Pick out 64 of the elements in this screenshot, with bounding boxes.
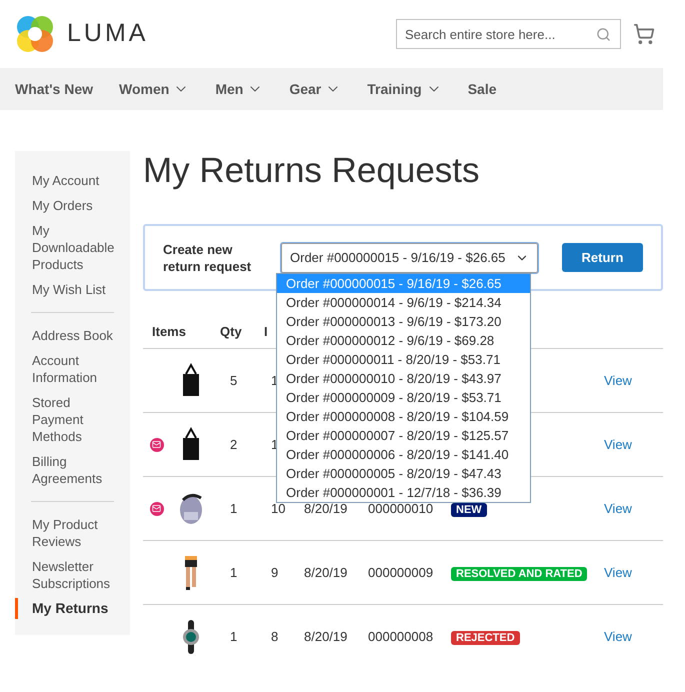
order-option[interactable]: Order #000000001 - 12/7/18 - $36.39 xyxy=(277,483,530,502)
id-cell: 9 xyxy=(271,564,278,580)
order-cell: 000000010 xyxy=(368,500,434,516)
order-option[interactable]: Order #000000006 - 8/20/19 - $141.40 xyxy=(277,445,530,464)
qty-cell: 1 xyxy=(230,629,238,644)
view-link[interactable]: View xyxy=(604,434,632,454)
logo-text: LUMA xyxy=(67,18,148,50)
view-link[interactable]: View xyxy=(604,498,632,518)
sidebar-link[interactable]: Billing Agreements xyxy=(15,451,130,489)
qty-cell: 2 xyxy=(230,436,238,452)
nav-link[interactable]: Men xyxy=(215,78,264,100)
sidebar-link[interactable]: Stored Payment Methods xyxy=(15,392,130,447)
sidebar-link[interactable]: My Product Reviews xyxy=(15,514,130,552)
order-option[interactable]: Order #000000012 - 9/6/19 - $69.28 xyxy=(277,331,530,350)
message-icon[interactable] xyxy=(150,438,164,452)
nav-link[interactable]: What's New xyxy=(15,78,94,100)
sidebar-link[interactable]: My Downloadable Products xyxy=(15,220,130,275)
order-select[interactable]: Order #000000015 - 9/16/19 - $26.65 xyxy=(281,242,538,272)
search-icon[interactable] xyxy=(596,26,611,42)
page-title: My Returns Requests xyxy=(143,150,481,192)
sidebar-link[interactable]: My Account xyxy=(15,170,130,191)
column-header: Items xyxy=(151,322,187,341)
nav-link[interactable]: Training xyxy=(367,78,442,100)
order-cell: 000000008 xyxy=(368,629,434,644)
order-cell: 000000009 xyxy=(368,564,434,580)
sidebar-link[interactable]: Account Information xyxy=(15,350,130,388)
order-option[interactable]: Order #000000005 - 8/20/19 - $47.43 xyxy=(277,464,530,483)
nav-link[interactable]: Sale xyxy=(468,78,497,100)
status-badge: RESOLVED AND RATED xyxy=(451,566,588,581)
order-option[interactable]: Order #000000010 - 8/20/19 - $43.97 xyxy=(277,369,530,388)
order-option[interactable]: Order #000000009 - 8/20/19 - $53.71 xyxy=(277,388,530,407)
date-cell: 8/20/19 xyxy=(304,564,348,580)
column-header: Qty xyxy=(220,322,243,341)
view-link[interactable]: View xyxy=(604,627,632,647)
qty-cell: 1 xyxy=(230,500,238,516)
sidebar-link[interactable]: My Returns xyxy=(15,598,130,619)
column-header: I xyxy=(264,322,269,341)
sidebar-link[interactable]: Address Book xyxy=(15,325,130,346)
return-button[interactable]: Return xyxy=(562,243,643,272)
cart-icon[interactable] xyxy=(633,23,655,45)
order-option[interactable]: Order #000000008 - 8/20/19 - $104.59 xyxy=(277,407,530,426)
nav-link[interactable]: Gear xyxy=(289,78,342,100)
status-badge: REJECTED xyxy=(451,631,520,646)
message-icon[interactable] xyxy=(150,502,164,516)
view-link[interactable]: View xyxy=(604,562,632,582)
qty-cell: 1 xyxy=(230,564,238,580)
sidebar-link[interactable]: My Wish List xyxy=(15,279,130,300)
order-option[interactable]: Order #000000014 - 9/6/19 - $214.34 xyxy=(277,293,530,312)
nav-link[interactable]: Women xyxy=(119,78,190,100)
date-cell: 8/20/19 xyxy=(304,629,348,644)
id-cell: 8 xyxy=(271,629,278,644)
search-field[interactable]: Search entire store here... xyxy=(396,19,621,49)
id-cell: 10 xyxy=(271,500,286,516)
order-option[interactable]: Order #000000011 - 8/20/19 - $53.71 xyxy=(277,350,530,369)
status-badge: NEW xyxy=(451,502,487,517)
sidebar-link[interactable]: My Orders xyxy=(15,195,130,216)
view-link[interactable]: View xyxy=(604,370,632,390)
order-option[interactable]: Order #000000013 - 9/6/19 - $173.20 xyxy=(277,312,530,331)
order-option[interactable]: Order #000000007 - 8/20/19 - $125.57 xyxy=(277,426,530,445)
qty-cell: 5 xyxy=(230,372,238,388)
date-cell: 8/20/19 xyxy=(304,500,348,516)
create-return-label: Create new return request xyxy=(163,240,252,274)
logo-icon[interactable] xyxy=(15,14,55,54)
sidebar-link[interactable]: Newsletter Subscriptions xyxy=(15,556,130,594)
